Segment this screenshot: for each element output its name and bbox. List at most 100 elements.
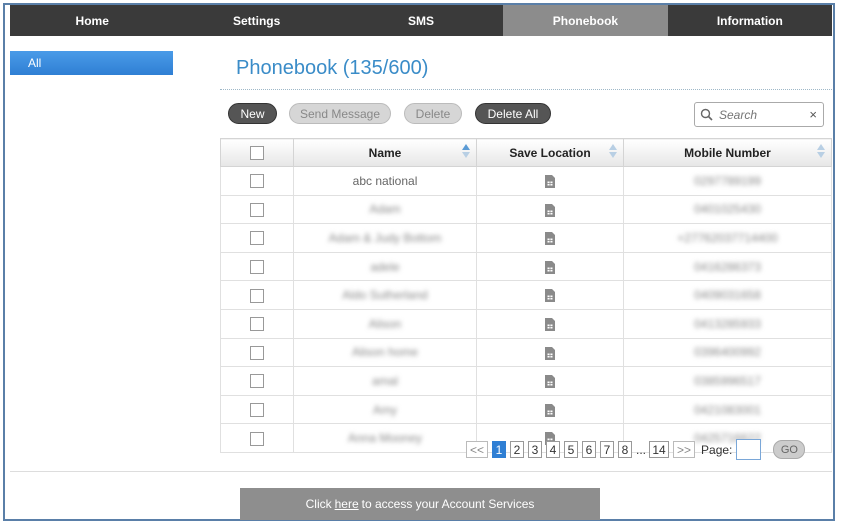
mobile-number: 0297789199	[623, 166, 832, 196]
sim-card-icon	[545, 317, 555, 331]
save-location-cell	[476, 366, 624, 396]
row-checkbox[interactable]	[250, 202, 264, 217]
contact-name: Adam	[293, 194, 477, 225]
mobile-number: 0409031658	[623, 280, 832, 310]
mobile-number: 0396400992	[623, 337, 832, 368]
row-select-cell	[220, 308, 294, 339]
sort-arrows-icon[interactable]	[462, 144, 470, 158]
phonebook-table: Name Save Location Mobile Number abc nat…	[220, 138, 832, 453]
row-checkbox[interactable]	[250, 317, 264, 332]
row-checkbox[interactable]	[250, 374, 264, 389]
save-location-cell	[476, 166, 624, 196]
sim-card-icon	[545, 346, 555, 360]
delete-button[interactable]: Delete	[404, 103, 462, 124]
footer-divider	[10, 471, 832, 472]
save-location-cell	[476, 280, 624, 310]
title-divider	[220, 89, 832, 90]
page-3-button[interactable]: 3	[528, 441, 542, 458]
tab-information[interactable]: Information	[668, 5, 832, 36]
pagination: << 1 2 3 4 5 6 7 8 ... 14 >> Page: GO	[466, 439, 806, 460]
page-14-button[interactable]: 14	[649, 441, 670, 458]
sim-card-icon	[545, 260, 555, 274]
page-title: Phonebook (135/600)	[236, 57, 429, 79]
contact-name: adele	[293, 251, 477, 282]
sim-card-icon	[545, 174, 555, 188]
row-select-cell	[220, 251, 294, 282]
tab-settings[interactable]: Settings	[174, 5, 338, 36]
row-checkbox[interactable]	[250, 431, 264, 446]
row-checkbox[interactable]	[250, 231, 264, 246]
save-location-cell	[476, 194, 624, 225]
search-icon	[700, 108, 713, 121]
save-location-cell	[476, 223, 624, 253]
table-row[interactable]: amal 0385996517	[220, 366, 832, 396]
mobile-header-label: Mobile Number	[684, 145, 771, 160]
mobile-number: +27762037714400	[623, 223, 832, 253]
tab-home[interactable]: Home	[10, 5, 174, 36]
table-row[interactable]: Adam & Judy Bottom +27762037714400	[220, 223, 832, 253]
search-box: ×	[694, 102, 824, 127]
clear-search-icon[interactable]: ×	[809, 107, 817, 122]
row-select-cell	[220, 166, 294, 196]
contact-name: Adam & Judy Bottom	[293, 223, 477, 253]
send-message-button[interactable]: Send Message	[289, 103, 391, 124]
table-row[interactable]: Aldo Sutherland 0409031658	[220, 280, 832, 310]
sort-arrows-icon[interactable]	[817, 144, 825, 158]
mobile-column-header[interactable]: Mobile Number	[623, 138, 832, 167]
sim-card-icon	[545, 203, 555, 217]
sim-card-icon	[545, 403, 555, 417]
row-select-cell	[220, 223, 294, 253]
search-input[interactable]	[717, 106, 801, 123]
table-row[interactable]: Alison 0413285933	[220, 308, 832, 339]
contact-name: amal	[293, 366, 477, 396]
page-4-button[interactable]: 4	[546, 441, 560, 458]
row-select-cell	[220, 366, 294, 396]
page-6-button[interactable]: 6	[582, 441, 596, 458]
table-row[interactable]: abc national 0297789199	[220, 166, 832, 196]
row-select-cell	[220, 423, 294, 453]
table-row[interactable]: Amy 0421083001	[220, 394, 832, 425]
contact-name: abc national	[293, 166, 477, 196]
row-select-cell	[220, 394, 294, 425]
table-row[interactable]: adele 0416286373	[220, 251, 832, 282]
save-location-cell	[476, 308, 624, 339]
tab-sms[interactable]: SMS	[339, 5, 503, 36]
footer-suffix: to access your Account Services	[361, 497, 535, 511]
page-7-button[interactable]: 7	[600, 441, 614, 458]
name-header-label: Name	[368, 145, 402, 160]
row-select-cell	[220, 280, 294, 310]
sort-arrows-icon[interactable]	[609, 144, 617, 158]
row-checkbox[interactable]	[250, 402, 264, 417]
page-8-button[interactable]: 8	[618, 441, 632, 458]
mobile-number: 0416286373	[623, 251, 832, 282]
row-checkbox[interactable]	[250, 345, 264, 360]
location-column-header[interactable]: Save Location	[476, 138, 624, 167]
page-1-button[interactable]: 1	[492, 441, 506, 458]
save-location-cell	[476, 251, 624, 282]
go-button[interactable]: GO	[773, 440, 806, 459]
table-row[interactable]: Adam 0401025430	[220, 194, 832, 225]
delete-all-button[interactable]: Delete All	[475, 103, 551, 124]
table-header-row: Name Save Location Mobile Number	[220, 138, 832, 167]
tab-phonebook[interactable]: Phonebook	[503, 5, 668, 36]
mobile-number: 0413285933	[623, 308, 832, 339]
name-column-header[interactable]: Name	[293, 138, 477, 167]
new-button[interactable]: New	[228, 103, 277, 124]
prev-page-button[interactable]: <<	[466, 441, 488, 458]
footer-prefix: Click	[305, 497, 332, 511]
select-all-checkbox[interactable]	[250, 145, 264, 160]
page-number-input[interactable]	[736, 439, 762, 460]
page-5-button[interactable]: 5	[564, 441, 578, 458]
contact-name: Alison home	[293, 337, 477, 368]
row-select-cell	[220, 194, 294, 225]
row-checkbox[interactable]	[250, 288, 264, 303]
sidebar-item-all[interactable]: All	[10, 51, 173, 75]
next-page-button[interactable]: >>	[673, 441, 696, 458]
account-services-link[interactable]: here	[335, 497, 359, 511]
top-navigation: Home Settings SMS Phonebook Information	[10, 5, 832, 36]
row-checkbox[interactable]	[250, 174, 264, 189]
row-checkbox[interactable]	[250, 259, 264, 274]
page-2-button[interactable]: 2	[510, 441, 524, 458]
mobile-number: 0401025430	[623, 194, 832, 225]
table-row[interactable]: Alison home 0396400992	[220, 337, 832, 368]
